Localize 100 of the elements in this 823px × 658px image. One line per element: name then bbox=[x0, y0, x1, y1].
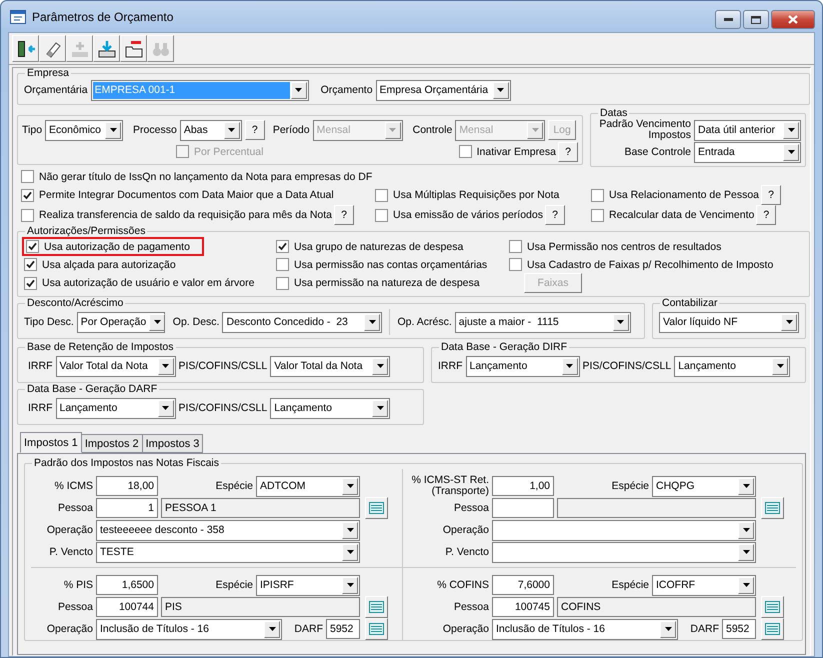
dropdown[interactable]: IPISRF bbox=[256, 574, 360, 596]
toolbar-button[interactable] bbox=[12, 35, 39, 62]
window-title: Parâmetros de Orçamento bbox=[32, 10, 174, 24]
dropdown[interactable]: ADTCOM bbox=[256, 476, 360, 496]
dropdown[interactable]: Valor líquido NF bbox=[659, 312, 799, 332]
text-field[interactable]: 100745 bbox=[492, 597, 554, 617]
caret-icon bbox=[162, 406, 169, 410]
dropdown[interactable]: Empresa Orçamentária bbox=[376, 80, 511, 100]
text-field[interactable] bbox=[492, 498, 554, 518]
minimize-icon bbox=[724, 18, 732, 21]
toolbar-button[interactable] bbox=[93, 35, 120, 62]
minimize-button[interactable] bbox=[715, 10, 741, 29]
field-label: Padrão Vencimento Impostos bbox=[598, 119, 691, 141]
checkbox[interactable]: Usa permissão nas contas orçamentárias bbox=[276, 256, 488, 273]
dropdown[interactable]: Entrada bbox=[694, 142, 801, 162]
text-field[interactable]: PIS bbox=[161, 597, 360, 617]
text-field[interactable]: 1,00 bbox=[492, 476, 554, 496]
help-button[interactable]: ? bbox=[756, 205, 776, 225]
dropdown[interactable] bbox=[492, 542, 756, 562]
caret-icon bbox=[788, 128, 794, 132]
list-button[interactable] bbox=[365, 596, 388, 618]
checkbox[interactable]: Usa grupo de naturezas de despesa bbox=[276, 238, 464, 255]
field-label: DARF bbox=[293, 624, 323, 634]
tab[interactable]: Impostos 1 bbox=[20, 432, 82, 453]
dropdown[interactable]: Desconto Concedido - 23 bbox=[222, 312, 382, 332]
dropdown[interactable]: TESTE bbox=[96, 542, 360, 562]
checkbox[interactable]: Usa Relacionamento de Pessoa bbox=[591, 186, 760, 204]
maximize-button[interactable] bbox=[743, 10, 769, 29]
list-button[interactable] bbox=[761, 497, 784, 519]
dropdown[interactable]: ICOFRF bbox=[652, 574, 756, 596]
dropdown[interactable]: Por Operação bbox=[76, 312, 165, 332]
dropdown[interactable]: Lançamento bbox=[466, 356, 580, 376]
text-field[interactable] bbox=[557, 498, 756, 518]
toolbar-button[interactable] bbox=[39, 35, 66, 62]
checkbox[interactable]: Realiza transferencia de saldo da requisição para mês da Nota bbox=[21, 206, 332, 224]
text-field[interactable]: 5952 bbox=[326, 619, 360, 639]
checkbox[interactable]: Usa autorização de usuário e valor em árvore bbox=[24, 274, 254, 292]
field-label: Pessoa bbox=[452, 502, 489, 514]
dropdown[interactable]: Valor Total da Nota bbox=[56, 356, 176, 376]
caret-icon bbox=[742, 583, 750, 587]
list-button[interactable] bbox=[365, 618, 388, 640]
text-field[interactable]: 18,00 bbox=[96, 476, 158, 496]
dropdown[interactable]: CHQPG bbox=[652, 476, 756, 496]
caret-icon bbox=[788, 150, 794, 154]
dropdown[interactable]: Econômico bbox=[45, 120, 124, 140]
dropdown[interactable]: Data útil anterior bbox=[694, 120, 801, 140]
field-label: Pessoa bbox=[56, 602, 93, 612]
dropdown[interactable]: Abas bbox=[180, 120, 242, 140]
help-button[interactable]: ? bbox=[558, 142, 578, 162]
list-icon bbox=[765, 502, 780, 514]
text-field[interactable]: 1 bbox=[96, 498, 158, 518]
dropdown[interactable]: testeeeeee desconto - 358 bbox=[96, 520, 360, 540]
checkbox[interactable]: Usa Permissão nos centros de resultados bbox=[509, 238, 722, 255]
dropdown[interactable]: Valor Total da Nota bbox=[270, 356, 390, 376]
toolbar-button[interactable] bbox=[120, 35, 147, 62]
checkbox[interactable]: Usa emissão de vários períodos bbox=[375, 206, 543, 224]
field-label: Orçamentária bbox=[24, 84, 88, 96]
tab[interactable]: Impostos 2 bbox=[80, 434, 143, 453]
text-field[interactable]: COFINS bbox=[557, 597, 756, 617]
caret-icon bbox=[742, 528, 750, 532]
checkbox[interactable]: Não gerar título de IssQn no lançamento da Nota para empresas do DF bbox=[21, 168, 372, 185]
checkbox[interactable]: Recalcular data de Vencimento bbox=[591, 206, 754, 224]
checkbox[interactable]: Permite Integrar Documentos com Data Maior que a Data Atual bbox=[21, 186, 334, 204]
help-button[interactable]: ? bbox=[334, 205, 354, 225]
caret-icon bbox=[776, 364, 784, 368]
dropdown[interactable]: Lançamento bbox=[270, 398, 390, 418]
field-label: Op. Desc. bbox=[172, 316, 220, 328]
text-field[interactable]: 5952 bbox=[722, 619, 756, 639]
dropdown[interactable]: Inclusão de Títulos - 16 bbox=[492, 618, 678, 640]
text-field[interactable]: 7,6000 bbox=[492, 575, 554, 595]
checkbox[interactable]: Usa permissão na natureza de despesa bbox=[276, 274, 480, 292]
field-label: IRRF bbox=[438, 360, 462, 372]
group-title: Desconto/Acréscimo bbox=[26, 298, 124, 309]
field-label: Espécie bbox=[610, 580, 649, 590]
tab[interactable]: Impostos 3 bbox=[142, 434, 204, 453]
text-field[interactable]: 1,6500 bbox=[96, 575, 158, 595]
list-button[interactable] bbox=[365, 497, 388, 519]
dropdown[interactable]: ajuste a maior - 1115 bbox=[454, 312, 631, 332]
help-button[interactable]: ? bbox=[545, 205, 565, 225]
dropdown[interactable]: Lançamento bbox=[56, 398, 176, 418]
text-field[interactable]: 100744 bbox=[96, 597, 158, 617]
close-button[interactable] bbox=[771, 10, 815, 29]
dropdown[interactable] bbox=[492, 520, 756, 540]
checkbox[interactable]: Usa Múltiplas Requisições por Nota bbox=[375, 186, 560, 204]
checkbox[interactable]: Usa autorização de pagamento bbox=[22, 237, 204, 256]
list-button[interactable] bbox=[761, 618, 784, 640]
caret-icon bbox=[346, 583, 354, 587]
help-button[interactable]: ? bbox=[244, 120, 265, 140]
checkbox[interactable]: Usa alçada para autorização bbox=[24, 256, 176, 273]
list-button[interactable] bbox=[761, 596, 784, 618]
dropdown[interactable]: Lançamento bbox=[674, 356, 790, 376]
dropdown[interactable]: Inclusão de Títulos - 16 bbox=[96, 618, 282, 640]
checkbox[interactable]: Inativar Empresa bbox=[458, 143, 556, 160]
text-field[interactable]: PESSOA 1 bbox=[161, 498, 360, 518]
checkbox[interactable]: Usa Cadastro de Faixas p/ Recolhimento de Imposto bbox=[509, 256, 774, 273]
help-button[interactable]: ? bbox=[761, 185, 782, 205]
field-label: Operação bbox=[46, 524, 93, 536]
field-label: IRRF bbox=[28, 402, 52, 414]
field-label: Operação bbox=[442, 524, 489, 536]
group-title: Padrão dos Impostos nas Notas Fiscais bbox=[33, 458, 220, 469]
